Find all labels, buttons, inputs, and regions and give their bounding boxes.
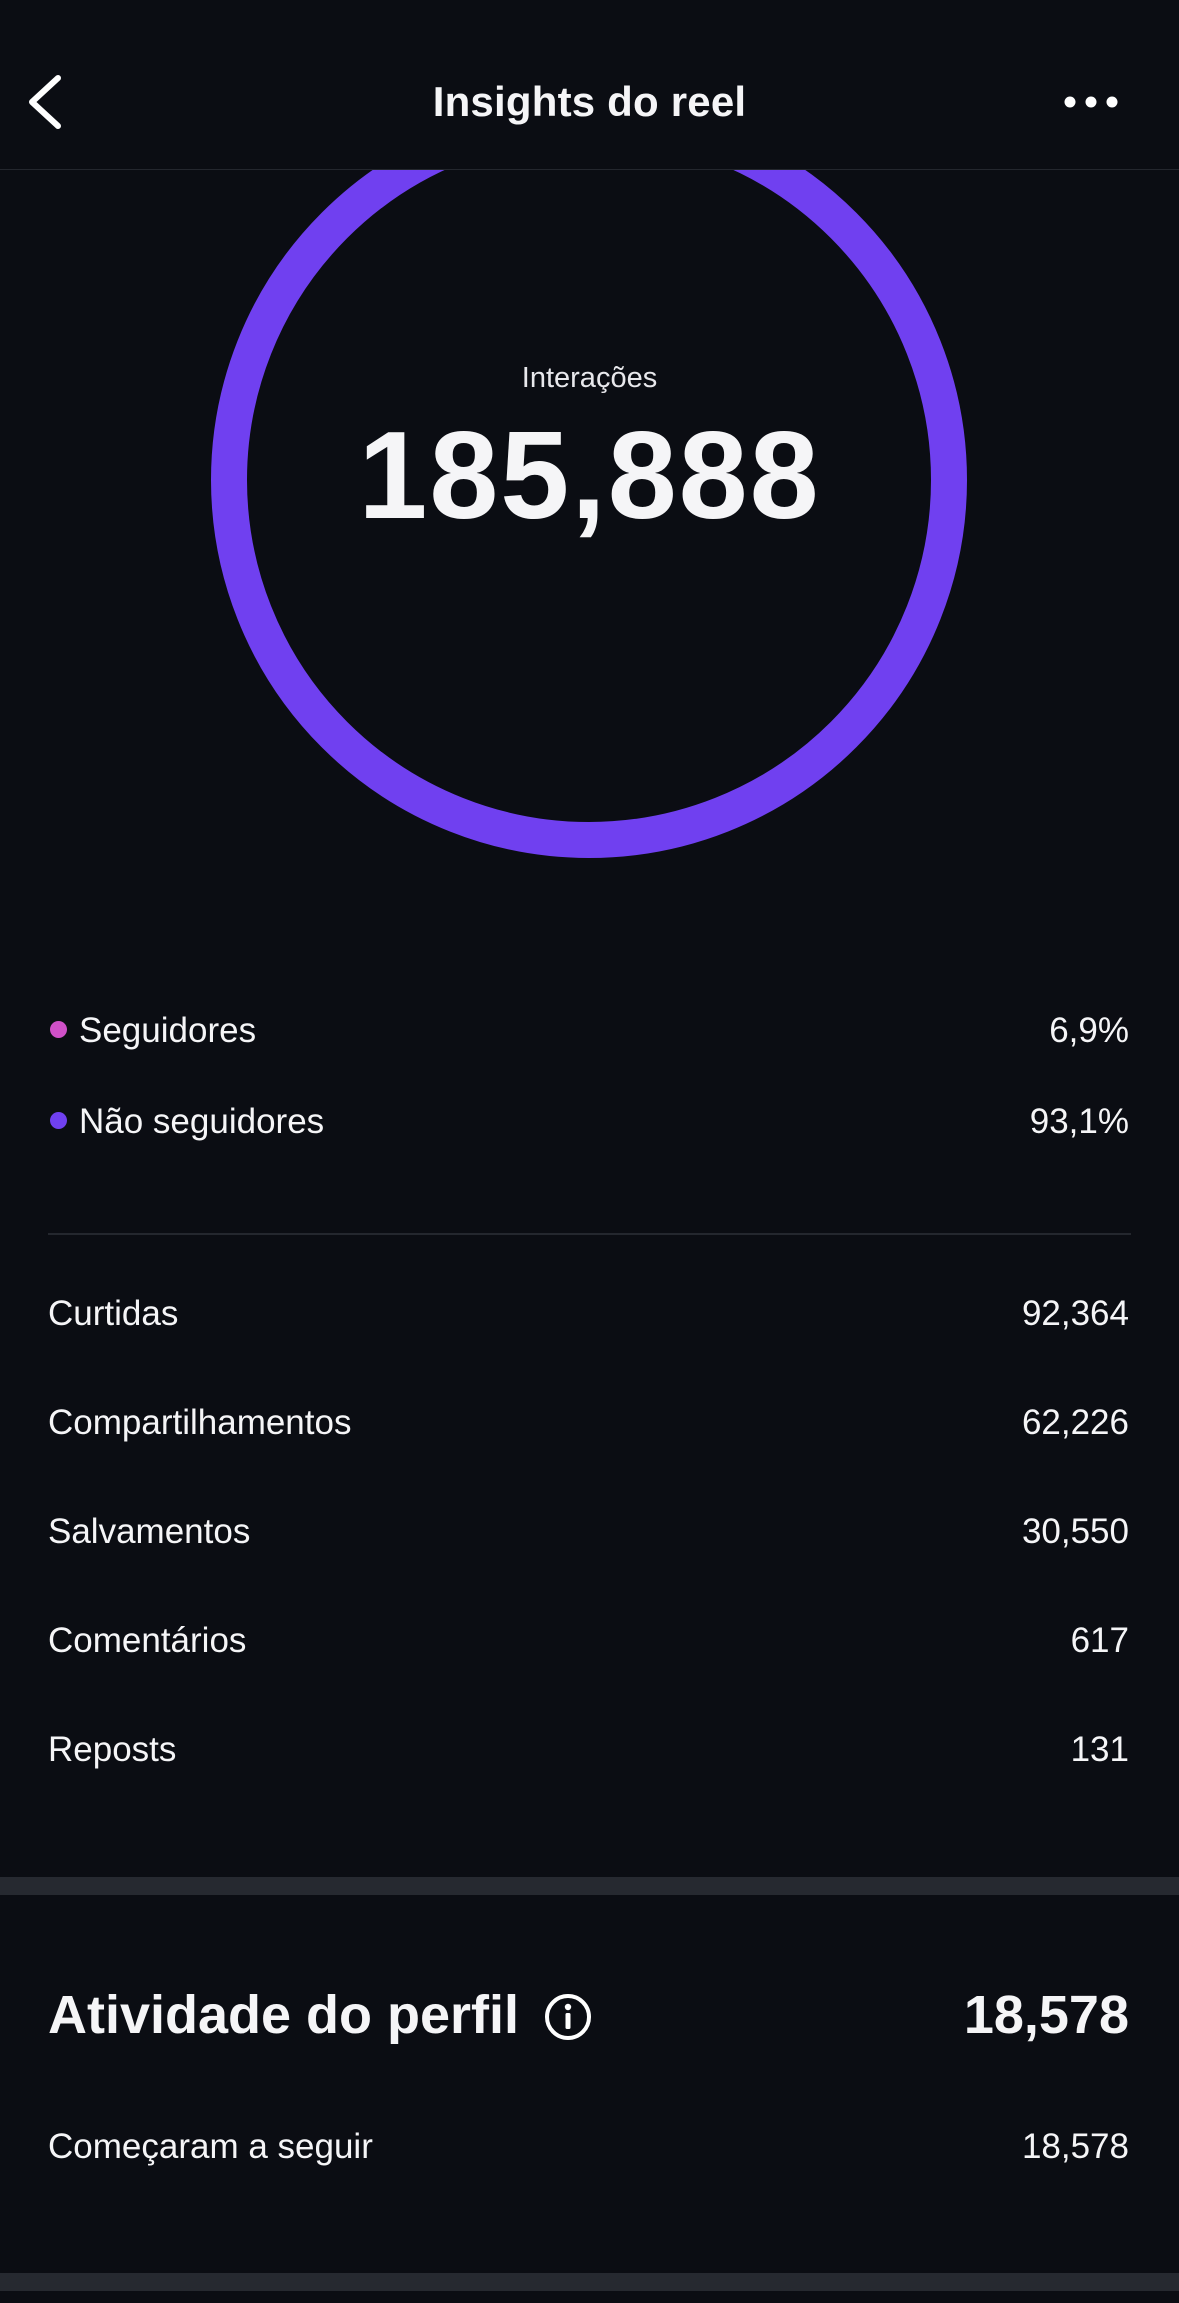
profile-activity-value: 18,578 <box>963 1985 1129 2045</box>
metric-value: 131 <box>1070 1730 1129 1769</box>
metric-value: 18,578 <box>1021 2127 1129 2166</box>
legend-non-followers: Não seguidores 93,1% <box>48 1098 1129 1148</box>
metric-value: 30,550 <box>1021 1512 1129 1551</box>
metric-row-saves: Salvamentos 30,550 <box>48 1512 1129 1562</box>
interactions-label: Interações <box>521 362 658 394</box>
metric-row-shares: Compartilhamentos 62,226 <box>48 1403 1129 1453</box>
more-options-button[interactable] <box>1063 92 1119 112</box>
metric-row-reposts: Reposts 131 <box>48 1730 1129 1780</box>
followers-dot <box>50 1021 67 1038</box>
metric-value: 92,364 <box>1021 1294 1129 1333</box>
info-button[interactable] <box>543 1992 593 2042</box>
page-title: Insights do reel <box>432 78 747 125</box>
profile-activity-title: Atividade do perfil <box>48 1985 520 2045</box>
divider <box>48 1233 1131 1235</box>
legend-followers: Seguidores 6,9% <box>48 1007 1129 1057</box>
metric-value: 62,226 <box>1021 1403 1129 1442</box>
metric-label: Curtidas <box>48 1294 179 1333</box>
section-separator <box>0 2273 1179 2291</box>
metric-label: Começaram a seguir <box>48 2127 373 2166</box>
non-followers-dot <box>50 1112 67 1129</box>
legend-percentage: 6,9% <box>1049 1011 1129 1050</box>
metric-label: Comentários <box>48 1621 247 1660</box>
metric-row-comments: Comentários 617 <box>48 1621 1129 1671</box>
section-separator <box>0 1877 1179 1895</box>
legend-label: Não seguidores <box>79 1102 325 1141</box>
more-horizontal-icon <box>1064 96 1118 108</box>
metric-row-likes: Curtidas 92,364 <box>48 1294 1129 1344</box>
legend-percentage: 93,1% <box>1029 1102 1129 1141</box>
legend-label: Seguidores <box>79 1011 257 1050</box>
info-icon <box>545 1994 591 2040</box>
metric-label: Compartilhamentos <box>48 1403 352 1442</box>
interactions-total: 185,888 <box>358 407 821 545</box>
metric-value: 617 <box>1070 1621 1129 1660</box>
metric-row-new-follows: Começaram a seguir 18,578 <box>48 2127 1129 2177</box>
metric-label: Reposts <box>48 1730 177 1769</box>
metric-label: Salvamentos <box>48 1512 251 1551</box>
top-navigation-bar: Insights do reel <box>0 0 1179 170</box>
